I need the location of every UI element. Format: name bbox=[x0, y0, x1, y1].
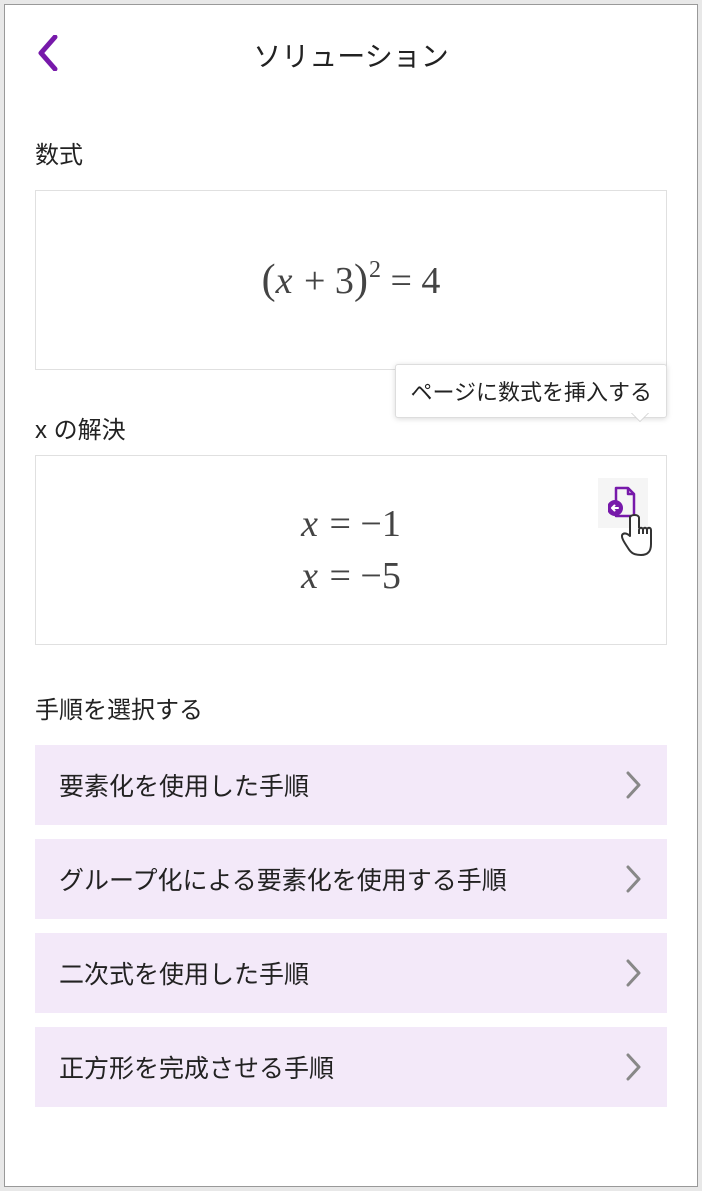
math-solution-panel: ソリューション 数式 (x + 3)2 = 4 x の解決 ページに数式を挿入す… bbox=[4, 4, 698, 1187]
step-item-complete-square[interactable]: 正方形を完成させる手順 bbox=[35, 1027, 667, 1107]
solutions-box: x = −1 x = −5 bbox=[35, 455, 667, 645]
chevron-left-icon bbox=[35, 35, 59, 71]
equation-expression: (x + 3)2 = 4 bbox=[262, 256, 441, 304]
steps-label: 手順を選択する bbox=[35, 690, 667, 725]
chevron-right-icon bbox=[625, 770, 643, 800]
solutions-label: x の解決 bbox=[35, 410, 126, 445]
step-item-label: 正方形を完成させる手順 bbox=[59, 1049, 334, 1085]
step-item-factoring[interactable]: 要素化を使用した手順 bbox=[35, 745, 667, 825]
step-item-label: 要素化を使用した手順 bbox=[59, 767, 309, 803]
steps-list: 要素化を使用した手順 グループ化による要素化を使用する手順 二次式を使用した手順… bbox=[35, 745, 667, 1107]
step-item-label: 二次式を使用した手順 bbox=[59, 955, 309, 991]
step-item-group-factoring[interactable]: グループ化による要素化を使用する手順 bbox=[35, 839, 667, 919]
solution-1: x = −1 bbox=[301, 502, 401, 546]
panel-title: ソリューション bbox=[253, 35, 448, 75]
solution-2: x = −5 bbox=[301, 554, 401, 598]
chevron-right-icon bbox=[625, 958, 643, 988]
step-item-label: グループ化による要素化を使用する手順 bbox=[59, 861, 507, 897]
chevron-right-icon bbox=[625, 1052, 643, 1082]
step-item-quadratic[interactable]: 二次式を使用した手順 bbox=[35, 933, 667, 1013]
insert-equation-tooltip: ページに数式を挿入する bbox=[395, 364, 667, 418]
equation-box: (x + 3)2 = 4 bbox=[35, 190, 667, 370]
panel-header: ソリューション bbox=[35, 35, 667, 75]
chevron-right-icon bbox=[625, 864, 643, 894]
insert-equation-button[interactable] bbox=[598, 478, 648, 528]
back-button[interactable] bbox=[35, 35, 59, 76]
insert-page-icon bbox=[608, 486, 638, 520]
equation-label: 数式 bbox=[35, 135, 667, 170]
